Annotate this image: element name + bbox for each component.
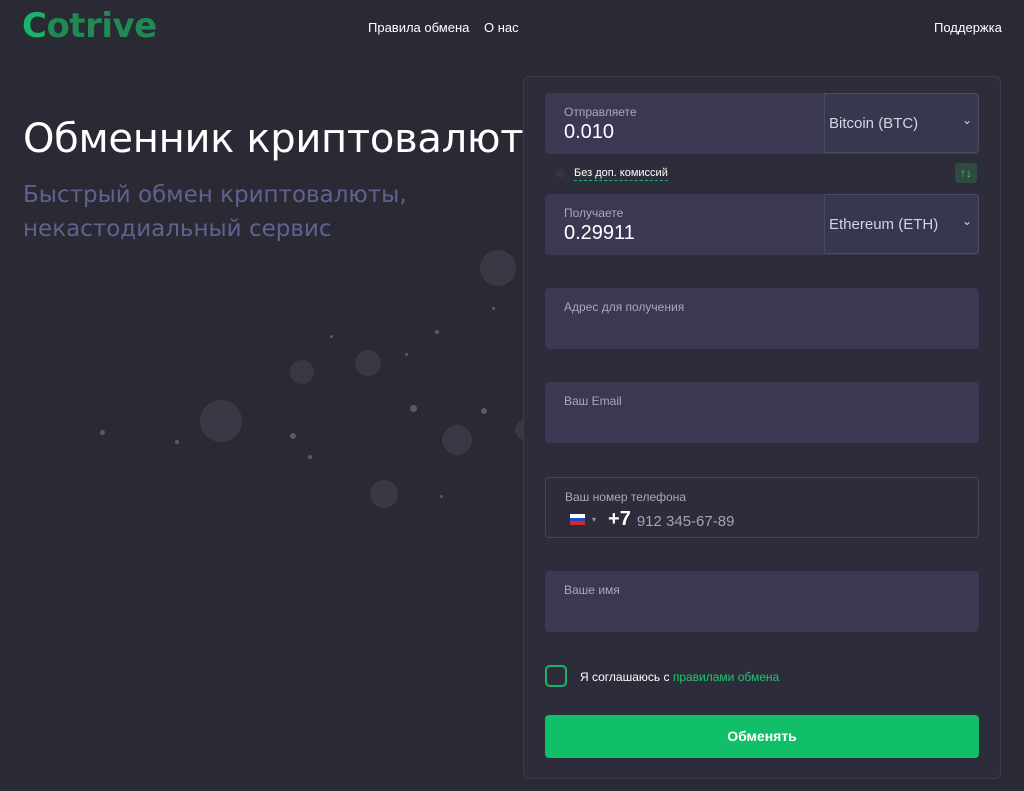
logo[interactable]: Cotrive <box>22 6 157 46</box>
nav-about[interactable]: О нас <box>484 20 519 35</box>
fee-indicator-icon <box>556 169 565 178</box>
receive-amount-field[interactable]: Получаете 0.29911 Ethereum (ETH) ⌄ <box>545 194 979 255</box>
no-extra-fees-link[interactable]: Без доп. комиссий <box>574 167 668 181</box>
hero-title: Обменник криптовалют <box>23 116 524 162</box>
phone-input[interactable]: 912 345-67-89 <box>637 513 735 530</box>
nav-support[interactable]: Поддержка <box>934 20 1002 35</box>
phone-label: Ваш номер телефона <box>565 490 687 504</box>
swap-icon[interactable]: ↑↓ <box>955 163 977 183</box>
name-field[interactable]: Ваше имя <box>545 571 979 632</box>
phone-country-code: +7 <box>608 508 631 530</box>
background-particles <box>60 230 535 530</box>
chevron-down-icon: ⌄ <box>961 214 972 228</box>
logo-first-letter: C <box>22 6 47 46</box>
receive-currency-value: Ethereum (ETH) <box>829 216 939 233</box>
send-label: Отправляете <box>564 105 637 119</box>
email-label: Ваш Email <box>564 394 622 408</box>
send-amount-field[interactable]: Отправляете 0.010 Bitcoin (BTC) ⌄ <box>545 93 979 154</box>
phone-field[interactable]: Ваш номер телефона ▾ +7 912 345-67-89 <box>545 477 979 538</box>
exchange-panel: Отправляете 0.010 Bitcoin (BTC) ⌄ Без до… <box>523 76 1001 779</box>
send-amount-input[interactable]: 0.010 <box>564 121 614 144</box>
chevron-down-icon: ▾ <box>592 515 597 524</box>
flag-russia-icon[interactable] <box>570 514 585 526</box>
receive-currency-select[interactable]: Ethereum (ETH) ⌄ <box>824 194 979 254</box>
receive-label: Получаете <box>564 206 624 220</box>
address-field[interactable]: Адрес для получения <box>545 288 979 349</box>
send-currency-value: Bitcoin (BTC) <box>829 115 919 132</box>
nav-exchange-rules[interactable]: Правила обмена <box>368 20 469 35</box>
name-label: Ваше имя <box>564 583 620 597</box>
logo-rest: otrive <box>46 6 157 46</box>
address-label: Адрес для получения <box>564 300 685 314</box>
agree-text: Я соглашаюсь с правилами обмена <box>580 670 779 684</box>
exchange-submit-button[interactable]: Обменять <box>545 715 979 758</box>
chevron-down-icon: ⌄ <box>961 113 972 127</box>
exchange-rules-link[interactable]: правилами обмена <box>673 670 779 684</box>
email-field[interactable]: Ваш Email <box>545 382 979 443</box>
agree-checkbox[interactable] <box>545 665 567 687</box>
receive-amount-input[interactable]: 0.29911 <box>564 222 635 245</box>
agree-prefix: Я соглашаюсь с <box>580 670 673 684</box>
send-currency-select[interactable]: Bitcoin (BTC) ⌄ <box>824 93 979 153</box>
